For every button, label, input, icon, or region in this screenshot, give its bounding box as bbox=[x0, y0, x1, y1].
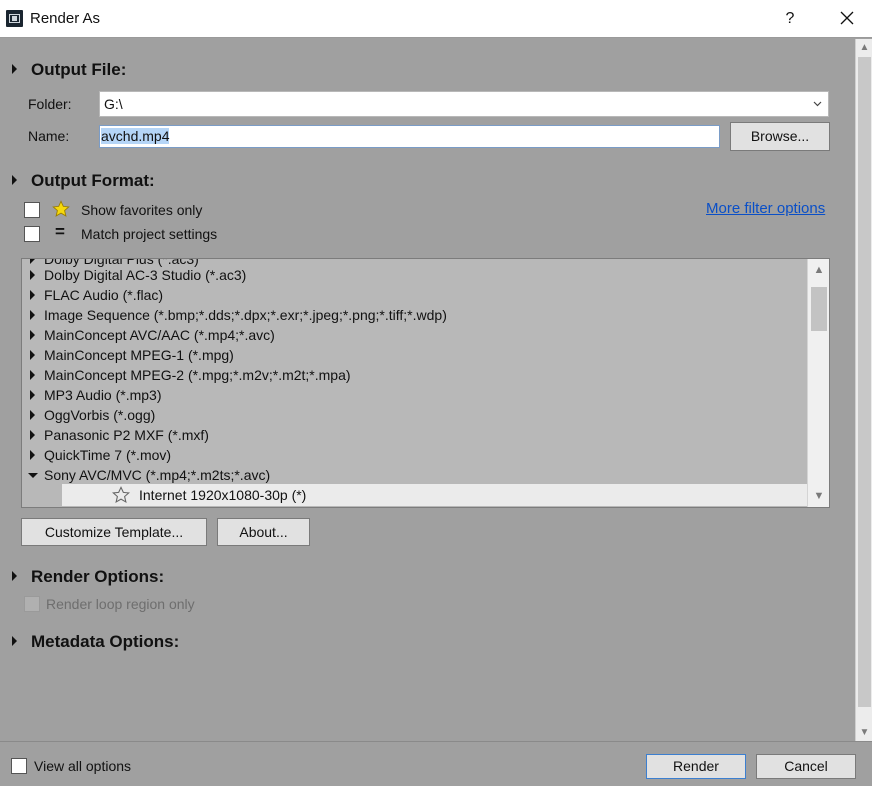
render-options-title: Render Options: bbox=[31, 567, 165, 586]
window-title: Render As bbox=[30, 10, 101, 27]
list-item-label: Panasonic P2 MXF (*.mxf) bbox=[44, 427, 209, 443]
format-list[interactable]: Dolby Digital Plus (*.ac3) Dolby Digital… bbox=[21, 258, 830, 508]
list-item-label: QuickTime 7 (*.mov) bbox=[44, 447, 172, 463]
list-item-label: MainConcept MPEG-2 (*.mpg;*.m2v;*.m2t;*.… bbox=[44, 367, 351, 383]
match-project-checkbox[interactable] bbox=[24, 226, 40, 242]
list-item[interactable]: FLAC Audio (*.flac) bbox=[22, 285, 807, 305]
list-scroll-down-icon[interactable]: ▼ bbox=[808, 485, 829, 507]
collapse-icon[interactable] bbox=[28, 473, 38, 478]
metadata-options-expand-icon[interactable] bbox=[10, 636, 20, 646]
template-label: Internet 1920x1080-30p (*) bbox=[139, 487, 307, 503]
template-item-selected[interactable]: Internet 1920x1080-30p (*) bbox=[62, 484, 807, 506]
cancel-button[interactable]: Cancel bbox=[756, 754, 856, 779]
list-scrollbar-thumb[interactable] bbox=[811, 287, 827, 331]
metadata-options-title: Metadata Options: bbox=[31, 632, 180, 651]
list-item[interactable]: Image Sequence (*.bmp;*.dds;*.dpx;*.exr;… bbox=[22, 305, 807, 325]
list-item-label: MainConcept AVC/AAC (*.mp4;*.avc) bbox=[44, 327, 275, 343]
scrollbar-thumb[interactable] bbox=[858, 57, 871, 707]
output-format-expand-icon[interactable] bbox=[10, 175, 20, 185]
show-favorites-label: Show favorites only bbox=[81, 202, 203, 218]
list-item[interactable]: MainConcept AVC/AAC (*.mp4;*.avc) bbox=[22, 325, 807, 345]
format-list-scrollbar[interactable]: ▲ ▼ bbox=[807, 259, 829, 507]
list-scroll-up-icon[interactable]: ▲ bbox=[808, 259, 829, 281]
list-item-label: OggVorbis (*.ogg) bbox=[44, 407, 156, 423]
render-button[interactable]: Render bbox=[646, 754, 746, 779]
browse-button[interactable]: Browse... bbox=[730, 122, 830, 151]
customize-template-button[interactable]: Customize Template... bbox=[21, 518, 207, 546]
show-favorites-checkbox[interactable] bbox=[24, 202, 40, 218]
chevron-down-icon bbox=[813, 101, 822, 107]
list-item[interactable]: MainConcept MPEG-2 (*.mpg;*.m2v;*.m2t;*.… bbox=[22, 365, 807, 385]
render-loop-label: Render loop region only bbox=[46, 596, 195, 612]
list-item[interactable]: QuickTime 7 (*.mov) bbox=[22, 445, 807, 465]
view-all-options-label: View all options bbox=[34, 758, 132, 774]
list-item-label: FLAC Audio (*.flac) bbox=[44, 287, 164, 303]
name-input[interactable]: avchd.mp4 bbox=[99, 125, 720, 148]
help-button[interactable]: ? bbox=[775, 6, 805, 32]
list-item-label: MP3 Audio (*.mp3) bbox=[44, 387, 162, 403]
list-item-label: Image Sequence (*.bmp;*.dds;*.dpx;*.exr;… bbox=[44, 307, 447, 323]
close-icon bbox=[840, 11, 854, 25]
app-icon bbox=[6, 10, 23, 27]
favorite-star-icon[interactable] bbox=[112, 486, 130, 504]
name-value: avchd.mp4 bbox=[101, 128, 170, 144]
folder-value: G:\ bbox=[104, 96, 123, 112]
match-project-label: Match project settings bbox=[81, 226, 218, 242]
render-loop-checkbox[interactable] bbox=[24, 596, 40, 612]
output-file-expand-icon[interactable] bbox=[10, 64, 20, 74]
output-format-title: Output Format: bbox=[31, 171, 155, 190]
list-item[interactable]: Panasonic P2 MXF (*.mxf) bbox=[22, 425, 807, 445]
list-item-label: Sony AVC/MVC (*.mp4;*.m2ts;*.avc) bbox=[44, 467, 271, 483]
scroll-down-icon[interactable]: ▼ bbox=[856, 724, 872, 741]
close-button[interactable] bbox=[830, 6, 864, 32]
output-file-title: Output File: bbox=[31, 60, 127, 79]
list-item[interactable]: MainConcept MPEG-1 (*.mpg) bbox=[22, 345, 807, 365]
name-label: Name: bbox=[28, 128, 70, 144]
list-item-label: Dolby Digital AC-3 Studio (*.ac3) bbox=[44, 267, 247, 283]
folder-dropdown[interactable]: G:\ bbox=[99, 91, 829, 117]
about-button[interactable]: About... bbox=[217, 518, 310, 546]
equals-icon: = bbox=[55, 222, 65, 241]
more-filter-options-link[interactable]: More filter options bbox=[706, 200, 825, 217]
list-item[interactable]: Dolby Digital AC-3 Studio (*.ac3) bbox=[22, 265, 807, 285]
scroll-up-icon[interactable]: ▲ bbox=[856, 39, 872, 56]
list-item[interactable]: OggVorbis (*.ogg) bbox=[22, 405, 807, 425]
title-bar: Render As ? bbox=[0, 0, 872, 38]
render-options-expand-icon[interactable] bbox=[10, 571, 20, 581]
list-item[interactable]: MP3 Audio (*.mp3) bbox=[22, 385, 807, 405]
folder-label: Folder: bbox=[28, 96, 72, 112]
list-item-expanded[interactable]: Sony AVC/MVC (*.mp4;*.m2ts;*.avc) bbox=[22, 465, 807, 485]
star-icon bbox=[52, 200, 70, 217]
dialog-scrollbar[interactable]: ▲ ▼ bbox=[855, 39, 872, 741]
list-item-label: MainConcept MPEG-1 (*.mpg) bbox=[44, 347, 234, 363]
view-all-options-checkbox[interactable] bbox=[11, 758, 27, 774]
